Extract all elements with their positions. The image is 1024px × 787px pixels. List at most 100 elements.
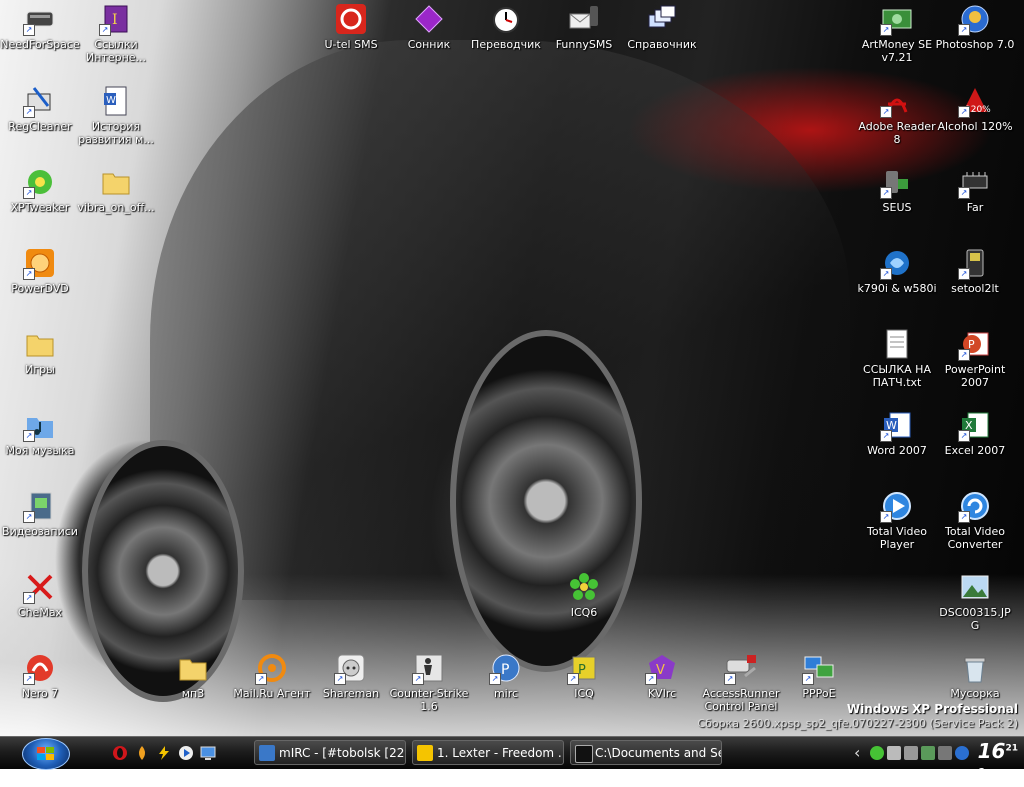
photoshop-icon: ↗	[958, 2, 992, 36]
desktop-icon-pppoe[interactable]: ↗ PPPoE	[779, 651, 859, 700]
desktop-icon-powerpoint[interactable]: P ↗ PowerPoint 2007	[935, 327, 1015, 389]
powerdvd-icon: ↗	[23, 246, 57, 280]
task-label: 1. Lexter - Freedom ...	[437, 746, 564, 760]
desktop-icon-regcleaner[interactable]: ↗ RegCleaner	[0, 84, 80, 133]
start-button[interactable]	[22, 738, 70, 770]
desktop-icon-utel-sms[interactable]: U-tel SMS	[311, 2, 391, 51]
desktop-icon-shareman[interactable]: ↗ Shareman	[311, 651, 391, 700]
tray-expand-chevron[interactable]: ‹	[854, 743, 860, 762]
icon-label: Справочник	[627, 38, 697, 51]
safely-remove-tray-icon[interactable]	[938, 746, 952, 760]
desktop-icon-nero[interactable]: ↗ Nero 7	[0, 651, 80, 700]
clock-icon	[489, 2, 523, 36]
desktop-icon-mailru[interactable]: ↗ Mail.Ru Агент	[232, 651, 312, 700]
image-file-icon	[958, 570, 992, 604]
desktop-icon-xptweaker[interactable]: ↗ XPTweaker	[0, 165, 80, 214]
desktop-icon-artmoney[interactable]: ↗ ArtMoney SE v7.21	[857, 2, 937, 64]
desktop-icon-k790i[interactable]: ↗ k790i & w580i	[857, 246, 937, 295]
network-tray-icon[interactable]	[887, 746, 901, 760]
desktop-icon-seus[interactable]: ↗ SEUS	[857, 165, 937, 214]
desktop-icon-mirc[interactable]: P ↗ mirc	[466, 651, 546, 700]
desktop-icon-tvconverter[interactable]: ↗ Total Video Converter	[935, 489, 1015, 551]
cmd-task-icon	[575, 745, 593, 763]
desktop-icon-sonnik[interactable]: Сонник	[389, 2, 469, 51]
diamond-icon	[412, 2, 446, 36]
desktop-icon-history[interactable]: W История развития м...	[76, 84, 156, 146]
excel-icon: X ↗	[958, 408, 992, 442]
volume-tray-icon[interactable]	[921, 746, 935, 760]
desktop-icon-far[interactable]: ↗ Far	[935, 165, 1015, 214]
desktop-icon-photoshop[interactable]: ↗ Photoshop 7.0	[935, 2, 1015, 51]
icon-label: Ссылки Интерне...	[85, 38, 147, 64]
icon-label: ICQ	[574, 687, 594, 700]
icon-label: Alcohol 120%	[937, 120, 1013, 133]
folder-icon	[176, 651, 210, 685]
show-desktop-icon[interactable]	[200, 745, 216, 761]
desktop-icon-accessrunner[interactable]: ↗ AccessRunner Control Panel	[701, 651, 781, 713]
desktop-icon-chemax[interactable]: ↗ CheMax	[0, 570, 80, 619]
network-tray-icon-2[interactable]	[904, 746, 918, 760]
desktop-icon-alcohol[interactable]: 120% ↗ Alcohol 120%	[935, 84, 1015, 133]
desktop-icon-tvplayer[interactable]: ↗ Total Video Player	[857, 489, 937, 551]
task-label: mIRC - [#tobolsk [22...	[279, 746, 406, 760]
desktop-icon-spravochnik[interactable]: Справочник	[622, 2, 702, 51]
icon-label: Mail.Ru Агент	[233, 687, 311, 700]
alcohol-icon: 120% ↗	[958, 84, 992, 118]
icon-label: PowerDVD	[11, 282, 69, 295]
desktop-icon-links[interactable]: I ↗ Ссылки Интерне...	[76, 2, 156, 64]
svg-text:W: W	[106, 95, 116, 106]
desktop-icon-recycle-bin[interactable]: Мусорка	[935, 651, 1015, 700]
xptweaker-icon: ↗	[23, 165, 57, 199]
desktop-icon-ssylka[interactable]: ССЫЛКА НА ПАТЧ.txt	[857, 327, 937, 389]
media-player-icon[interactable]	[178, 745, 194, 761]
recycle-bin-icon	[958, 651, 992, 685]
icon-label: KVIrc	[647, 687, 677, 700]
desktop-icon-mp3[interactable]: мп3	[153, 651, 233, 700]
desktop-icon-excel[interactable]: X ↗ Excel 2007	[935, 408, 1015, 457]
desktop-icon-mymusic[interactable]: ↗ Моя музыка	[0, 408, 80, 457]
desktop-icon-setool[interactable]: ↗ setool2lt	[935, 246, 1015, 295]
icon-label: DSC00315.JPG	[939, 606, 1011, 632]
icon-label: Сонник	[407, 38, 451, 51]
help-tray-icon[interactable]	[955, 746, 969, 760]
taskbar-button-winamp[interactable]: 1. Lexter - Freedom ...	[412, 740, 564, 765]
os-brand-text: Windows XP Professional	[846, 702, 1018, 716]
money-icon: ↗	[880, 2, 914, 36]
needforspace-icon: ↗	[23, 2, 57, 36]
icon-label: k790i & w580i	[857, 282, 937, 295]
fire-icon[interactable]	[134, 745, 150, 761]
sony-ericsson-icon: ↗	[880, 246, 914, 280]
desktop-icon-icq6[interactable]: ICQ6	[544, 570, 624, 619]
taskbar-button-explorer[interactable]: C:\Documents and Se...	[570, 740, 722, 765]
kvirc-icon: V ↗	[645, 651, 679, 685]
desktop-icon-igry[interactable]: Игры	[0, 327, 80, 376]
icon-label: SEUS	[882, 201, 912, 214]
winamp-task-icon	[417, 745, 433, 761]
desktop-icon-needforspace[interactable]: ↗ NeedForSpace	[0, 2, 80, 51]
desktop-icon-kvirc[interactable]: V ↗ KVIrc	[622, 651, 702, 700]
desktop-icon-icq[interactable]: P ↗ ICQ	[544, 651, 624, 700]
desktop-icon-word[interactable]: W ↗ Word 2007	[857, 408, 937, 457]
word-icon: W ↗	[880, 408, 914, 442]
winamp-icon[interactable]	[156, 745, 172, 761]
desktop-icon-funnysms[interactable]: FunnySMS	[544, 2, 624, 51]
icq-tray-icon[interactable]	[870, 746, 884, 760]
envelope-phone-icon	[567, 2, 601, 36]
desktop-icon-counterstrike[interactable]: ↗ Counter-Strike 1.6	[389, 651, 469, 713]
taskbar-button-mirc[interactable]: mIRC - [#tobolsk [22...	[254, 740, 406, 765]
desktop-icon-video[interactable]: ↗ Видеозаписи	[0, 489, 80, 538]
regcleaner-icon: ↗	[23, 84, 57, 118]
desktop-icon-dsc[interactable]: DSC00315.JPG	[935, 570, 1015, 632]
desktop[interactable]: ↗ NeedForSpace I ↗ Ссылки Интерне... U-t…	[0, 0, 1024, 736]
desktop-icon-perevodchik[interactable]: Переводчик	[466, 2, 546, 51]
svg-text:V: V	[656, 663, 665, 678]
converter-icon: ↗	[958, 489, 992, 523]
icon-label: Total Video Player	[866, 525, 927, 551]
desktop-icon-adobereader[interactable]: ↗ Adobe Reader 8	[857, 84, 937, 146]
desktop-icon-vibra[interactable]: vibra_on_off...	[76, 165, 156, 214]
svg-text:P: P	[501, 662, 509, 678]
clock[interactable]: 1621 Ср	[978, 739, 1018, 787]
opera-icon[interactable]	[112, 745, 128, 761]
icon-label: PowerPoint 2007	[944, 363, 1006, 389]
desktop-icon-powerdvd[interactable]: ↗ PowerDVD	[0, 246, 80, 295]
